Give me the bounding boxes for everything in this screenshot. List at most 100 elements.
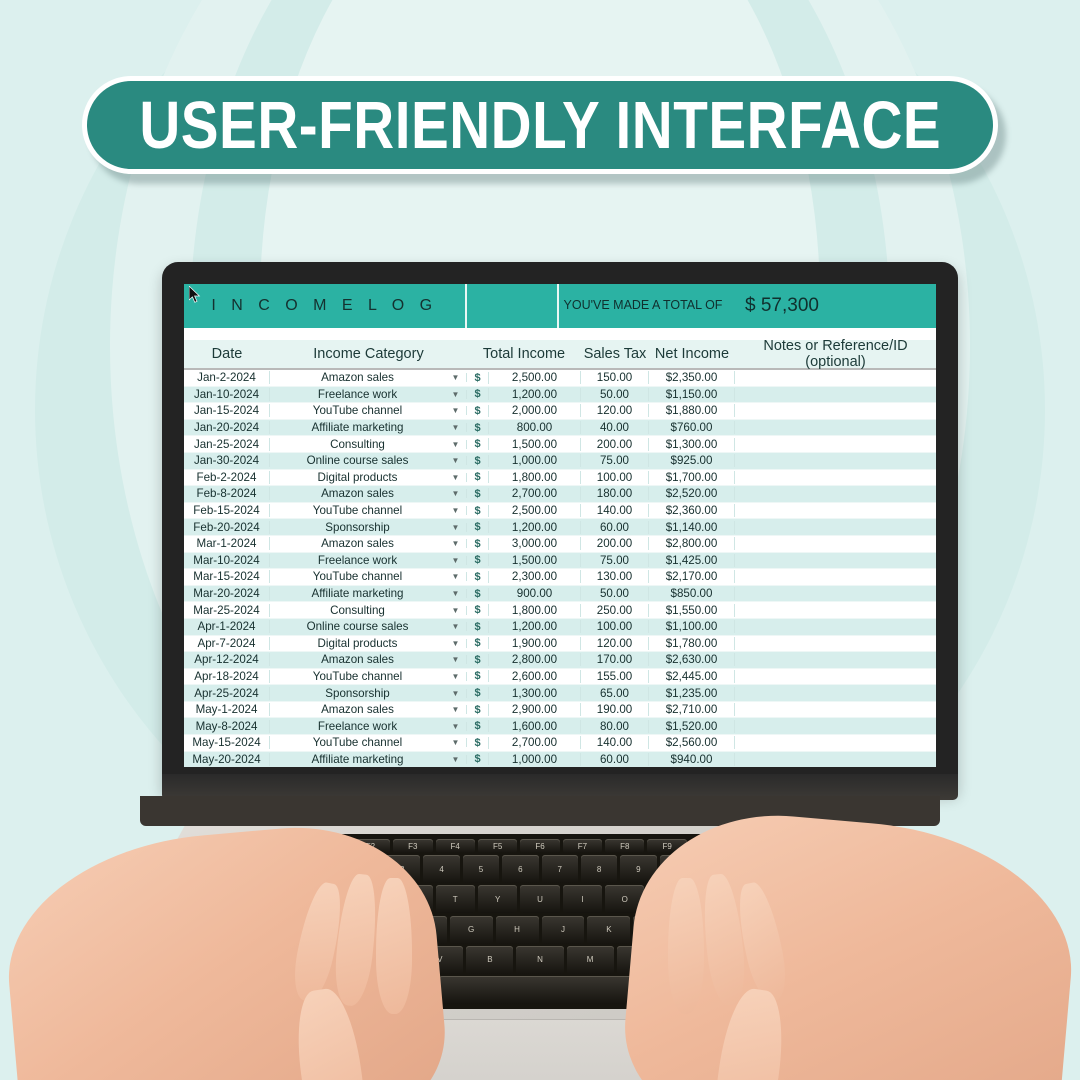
table-row[interactable]: Jan-2-2024 Amazon sales ▼ $2,500.00 150.00 $2… bbox=[184, 370, 936, 387]
chevron-down-icon[interactable]: ▼ bbox=[445, 754, 467, 764]
table-row[interactable]: Feb-8-2024 Amazon sales ▼ $2,700.00 180.00 $2… bbox=[184, 486, 936, 503]
cell-category[interactable]: Amazon sales bbox=[270, 703, 445, 716]
keyboard-key[interactable]: T bbox=[435, 885, 475, 914]
table-row[interactable]: May-8-2024 Freelance work ▼ $1,600.00 80.00 $… bbox=[184, 718, 936, 736]
cell-category[interactable]: Amazon sales bbox=[270, 653, 445, 666]
keyboard-key[interactable]: F5 bbox=[477, 839, 518, 853]
keyboard-key[interactable]: G bbox=[449, 915, 493, 944]
cell-category[interactable]: Amazon sales bbox=[270, 537, 445, 550]
table-row[interactable]: Feb-20-2024 Sponsorship ▼ $1,200.00 60.00 $1,… bbox=[184, 519, 936, 536]
chevron-down-icon[interactable]: ▼ bbox=[445, 671, 467, 681]
keyboard-key[interactable]: F3 bbox=[393, 839, 433, 853]
chevron-down-icon[interactable]: ▼ bbox=[445, 572, 467, 582]
keyboard-key[interactable]: F8 bbox=[605, 839, 645, 853]
chevron-down-icon[interactable]: ▼ bbox=[445, 389, 467, 399]
column-header-tax[interactable]: Sales Tax bbox=[581, 346, 649, 362]
chevron-down-icon[interactable]: ▼ bbox=[445, 688, 467, 698]
table-row[interactable]: Mar-25-2024 Consulting ▼ $1,800.00 250.00 $1,… bbox=[184, 602, 936, 619]
keyboard-key[interactable]: I bbox=[562, 885, 603, 914]
keyboard-key[interactable] bbox=[439, 975, 641, 1004]
table-row[interactable]: May-1-2024 Amazon sales ▼ $2,900.00 190.00 $2… bbox=[184, 701, 936, 719]
table-row[interactable]: Jan-30-2024 Online course sales ▼ $1,000.00… bbox=[184, 452, 936, 470]
cell-category[interactable]: Online course sales bbox=[270, 620, 445, 633]
keyboard-key[interactable]: F4 bbox=[435, 839, 475, 853]
cell-category[interactable]: Digital products bbox=[270, 637, 445, 650]
cell-category[interactable]: YouTube channel bbox=[270, 570, 445, 583]
column-header-category[interactable]: Income Category bbox=[270, 346, 467, 362]
table-row[interactable]: May-20-2024 Affiliate marketing ▼ $1,000.00… bbox=[184, 751, 936, 767]
table-row[interactable]: Apr-1-2024 Online course sales ▼ $1,200.00 1… bbox=[184, 618, 936, 636]
cell-category[interactable]: Consulting bbox=[270, 438, 445, 451]
table-row[interactable]: Feb-15-2024 YouTube channel ▼ $2,500.00 140.… bbox=[184, 502, 936, 520]
cell-category[interactable]: Online course sales bbox=[270, 454, 445, 467]
keyboard-key[interactable]: 6 bbox=[502, 855, 539, 884]
table-row[interactable]: Jan-25-2024 Consulting ▼ $1,500.00 200.00 $1,… bbox=[184, 436, 936, 453]
cell-category[interactable]: Freelance work bbox=[270, 554, 445, 567]
column-header-notes[interactable]: Notes or Reference/ID (optional) bbox=[735, 338, 936, 370]
cell-category[interactable]: Freelance work bbox=[270, 388, 445, 401]
chevron-down-icon[interactable]: ▼ bbox=[445, 721, 467, 731]
chevron-down-icon[interactable]: ▼ bbox=[445, 638, 467, 648]
cell-category[interactable]: YouTube channel bbox=[270, 736, 445, 749]
keyboard-key[interactable]: H bbox=[495, 915, 539, 944]
keyboard-key[interactable]: F7 bbox=[562, 839, 603, 853]
table-row[interactable]: Jan-20-2024 Affiliate marketing ▼ $800.00 40… bbox=[184, 419, 936, 437]
keyboard-key[interactable]: Y bbox=[477, 885, 518, 914]
chevron-down-icon[interactable]: ▼ bbox=[445, 522, 467, 532]
keyboard-key[interactable]: B bbox=[466, 945, 514, 974]
chevron-down-icon[interactable]: ▼ bbox=[445, 738, 467, 748]
cell-category[interactable]: Sponsorship bbox=[270, 521, 445, 534]
table-row[interactable]: Jan-10-2024 Freelance work ▼ $1,200.00 50.00… bbox=[184, 386, 936, 404]
keyboard-key[interactable]: F6 bbox=[520, 839, 560, 853]
chevron-down-icon[interactable]: ▼ bbox=[445, 472, 467, 482]
table-row[interactable]: Mar-10-2024 Freelance work ▼ $1,500.00 75.00… bbox=[184, 552, 936, 570]
cell-category[interactable]: Affiliate marketing bbox=[270, 421, 445, 434]
table-row[interactable]: Apr-12-2024 Amazon sales ▼ $2,800.00 170.00 $… bbox=[184, 652, 936, 669]
cell-category[interactable]: Sponsorship bbox=[270, 687, 445, 700]
table-row[interactable]: Jan-15-2024 YouTube channel ▼ $2,000.00 120.… bbox=[184, 403, 936, 420]
chevron-down-icon[interactable]: ▼ bbox=[445, 555, 467, 565]
table-row[interactable]: Apr-7-2024 Digital products ▼ $1,900.00 120.… bbox=[184, 635, 936, 653]
cell-category[interactable]: Consulting bbox=[270, 604, 445, 617]
chevron-down-icon[interactable]: ▼ bbox=[445, 406, 467, 416]
chevron-down-icon[interactable]: ▼ bbox=[445, 539, 467, 549]
table-row[interactable]: Mar-15-2024 YouTube channel ▼ $2,300.00 130.… bbox=[184, 569, 936, 586]
chevron-down-icon[interactable]: ▼ bbox=[445, 605, 467, 615]
cell-category[interactable]: Amazon sales bbox=[270, 371, 445, 384]
keyboard-key[interactable]: 7 bbox=[541, 855, 578, 884]
chevron-down-icon[interactable]: ▼ bbox=[445, 506, 467, 516]
chevron-down-icon[interactable]: ▼ bbox=[445, 589, 467, 599]
cell-category[interactable]: Affiliate marketing bbox=[270, 587, 445, 600]
chevron-down-icon[interactable]: ▼ bbox=[445, 439, 467, 449]
keyboard-key[interactable]: 5 bbox=[462, 855, 500, 884]
chevron-down-icon[interactable]: ▼ bbox=[445, 622, 467, 632]
chevron-down-icon[interactable]: ▼ bbox=[445, 489, 467, 499]
keyboard-key[interactable]: M bbox=[566, 945, 614, 974]
column-header-net[interactable]: Net Income bbox=[649, 346, 735, 362]
table-row[interactable]: Mar-20-2024 Affiliate marketing ▼ $900.00 50… bbox=[184, 585, 936, 603]
keyboard-key[interactable]: 4 bbox=[423, 855, 460, 884]
table-row[interactable]: Apr-18-2024 YouTube channel ▼ $2,600.00 155.… bbox=[184, 668, 936, 686]
keyboard-key[interactable]: N bbox=[516, 945, 564, 974]
keyboard-key[interactable]: U bbox=[520, 885, 560, 914]
chevron-down-icon[interactable]: ▼ bbox=[445, 373, 467, 383]
chevron-down-icon[interactable]: ▼ bbox=[445, 423, 467, 433]
cell-category[interactable]: Digital products bbox=[270, 471, 445, 484]
cell-category[interactable]: YouTube channel bbox=[270, 404, 445, 417]
chevron-down-icon[interactable]: ▼ bbox=[445, 456, 467, 466]
keyboard-key[interactable]: K bbox=[587, 915, 631, 944]
keyboard-key[interactable]: J bbox=[541, 915, 585, 944]
cell-category[interactable]: YouTube channel bbox=[270, 670, 445, 683]
chevron-down-icon[interactable]: ▼ bbox=[445, 705, 467, 715]
table-row[interactable]: Apr-25-2024 Sponsorship ▼ $1,300.00 65.00 $1,… bbox=[184, 685, 936, 702]
table-row[interactable]: Mar-1-2024 Amazon sales ▼ $3,000.00 200.00 $2… bbox=[184, 535, 936, 553]
cell-category[interactable]: Affiliate marketing bbox=[270, 753, 445, 766]
column-header-total[interactable]: Total Income bbox=[467, 346, 581, 362]
chevron-down-icon[interactable]: ▼ bbox=[445, 655, 467, 665]
cell-category[interactable]: Amazon sales bbox=[270, 487, 445, 500]
cell-category[interactable]: YouTube channel bbox=[270, 504, 445, 517]
column-header-date[interactable]: Date bbox=[184, 346, 270, 362]
keyboard-key[interactable]: 8 bbox=[580, 855, 618, 884]
table-row[interactable]: Feb-2-2024 Digital products ▼ $1,800.00 100.… bbox=[184, 469, 936, 487]
table-row[interactable]: May-15-2024 YouTube channel ▼ $2,700.00 140.… bbox=[184, 735, 936, 752]
